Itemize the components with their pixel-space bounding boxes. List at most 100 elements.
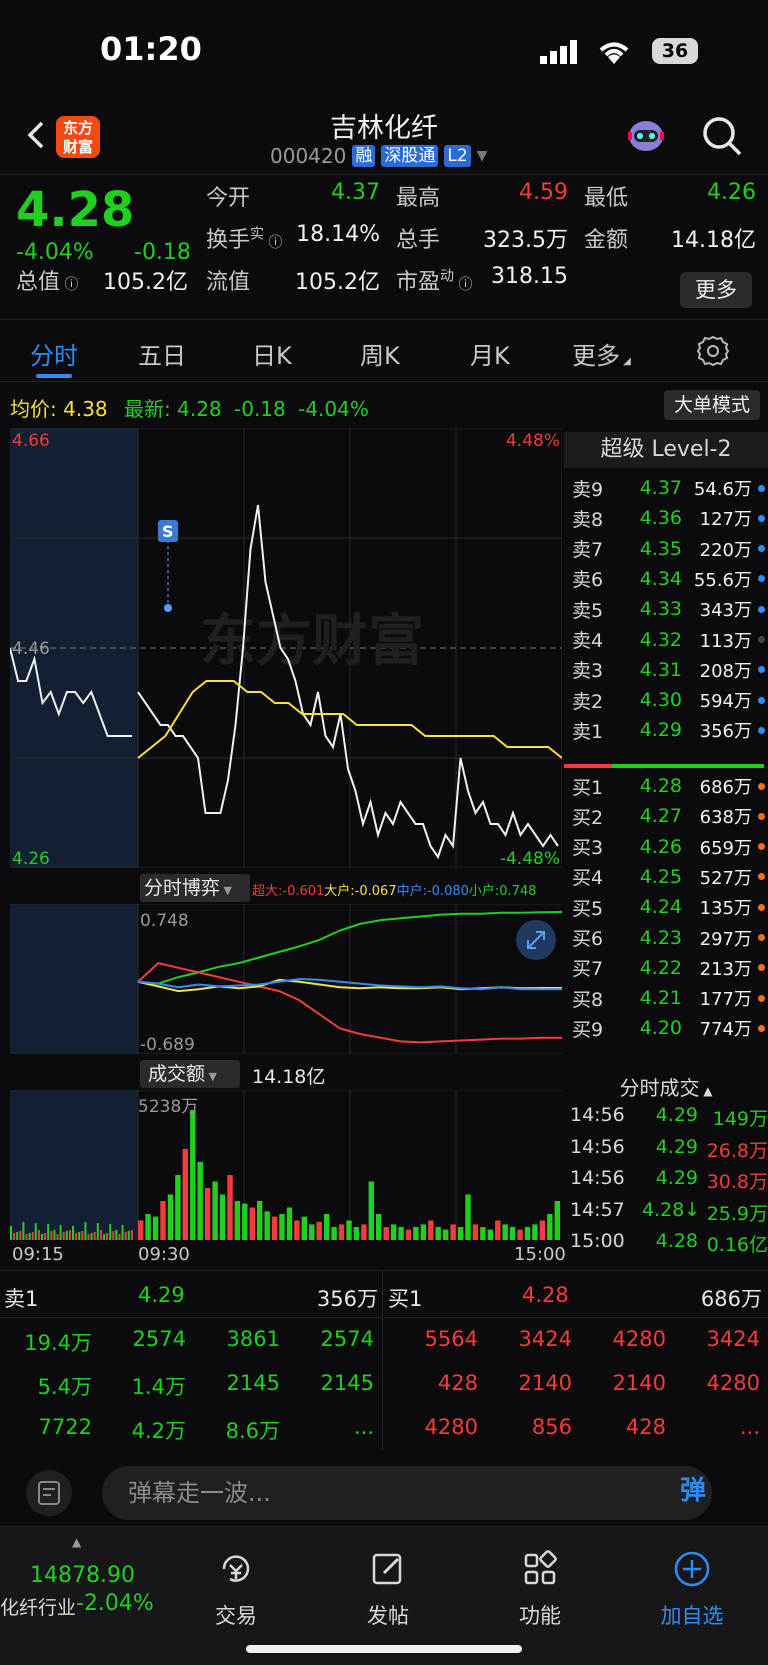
intraday-chart[interactable]: 东方财富 S 4.66 4.46 4.26 4.48% -4.48% <box>9 427 563 869</box>
total-cap-label[interactable]: 总值 ⓘ <box>16 264 78 296</box>
tab-5day[interactable]: 五日 <box>138 336 186 371</box>
volume-bar <box>190 1110 196 1240</box>
danmu-toggle-button[interactable]: 弹 <box>680 1470 724 1516</box>
index-expand-icon[interactable]: ▲ <box>72 1535 81 1549</box>
premarket-volume-bar <box>37 1230 40 1240</box>
info-icon[interactable]: ⓘ <box>264 235 282 251</box>
volume-chart[interactable]: 5238万 <box>10 1089 562 1240</box>
trade-row: 14:56 4.29 26.8万 <box>570 1136 768 1163</box>
volume-bar <box>301 1216 307 1240</box>
bid-row[interactable]: 买3 4.26 659万 <box>572 831 768 863</box>
ask-price: 4.34 <box>639 567 682 590</box>
ask-price: 4.31 <box>639 658 682 681</box>
ask-row[interactable]: 卖1 4.29 356万 <box>572 714 768 746</box>
bobo-chart[interactable]: 0.748 -0.689 <box>10 903 563 1055</box>
y-top-label: 4.66 <box>12 431 50 451</box>
stock-code-row[interactable]: 000420 融 深股通 L2 ▼ <box>270 144 487 168</box>
more-button[interactable]: 更多 <box>680 272 752 308</box>
turnover-label[interactable]: 换手实 ⓘ <box>206 222 282 254</box>
danmu-input[interactable]: 弹幕走一波... <box>102 1466 712 1520</box>
bottom-nav: ▲ 14878.90 化纤行业 -2.04% 交易 发帖 功能 加自选 <box>0 1526 768 1665</box>
bid-row[interactable]: 买9 4.20 774万 <box>572 1012 768 1044</box>
ask-row[interactable]: 卖9 4.37 54.6万 <box>572 472 768 504</box>
ask-row[interactable]: 卖6 4.34 55.6万 <box>572 563 768 595</box>
tab-monthly[interactable]: 月K <box>470 336 510 371</box>
bobo-selector[interactable]: 分时博弈 ▼ <box>140 874 250 902</box>
nav-post[interactable]: 发帖 <box>328 1549 448 1630</box>
premarket-volume-bar <box>65 1231 68 1240</box>
amount-value: 14.18亿 <box>671 228 756 253</box>
tab-more[interactable]: 更多 ◢ <box>572 336 631 371</box>
chevron-down-icon[interactable]: ▼ <box>477 148 488 164</box>
buy-queue-cell: 856 <box>531 1415 572 1439</box>
premarket-volume-bar <box>59 1225 62 1240</box>
bid-row[interactable]: 买5 4.24 135万 <box>572 891 768 923</box>
premarket-volume-bar <box>87 1234 90 1240</box>
volume-peak-label: 5238万 <box>138 1097 198 1117</box>
premarket-volume-bar <box>115 1230 118 1240</box>
volume-bar <box>413 1227 419 1240</box>
volume-selector[interactable]: 成交额 ▼ <box>140 1060 240 1088</box>
ask-row[interactable]: 卖4 4.32 113万 <box>572 624 768 656</box>
ask-volume: 220万 <box>699 539 752 561</box>
bid-row[interactable]: 买4 4.25 527万 <box>572 861 768 893</box>
bid-row[interactable]: 买7 4.22 213万 <box>572 952 768 984</box>
bid-dot <box>758 812 765 820</box>
trade-row: 14:56 4.29 30.8万 <box>570 1167 768 1194</box>
ask-dot <box>758 696 765 704</box>
bid-row[interactable]: 买2 4.27 638万 <box>572 800 768 832</box>
sell-queue-cell: 2574 <box>320 1327 374 1351</box>
tab-intraday[interactable]: 分时 <box>30 336 78 371</box>
ask-volume: 55.6万 <box>693 569 752 591</box>
nav-trade[interactable]: 交易 <box>176 1549 296 1630</box>
sell-queue-cell: 5.4万 <box>37 1375 92 1399</box>
ask-volume: 594万 <box>699 691 752 713</box>
x-end-label: 15:00 <box>514 1244 566 1265</box>
sell-queue-cell: ... <box>353 1415 374 1439</box>
gear-icon[interactable] <box>696 334 730 368</box>
premarket-volume-bar <box>109 1224 112 1240</box>
ask-row[interactable]: 卖2 4.30 594万 <box>572 684 768 716</box>
pe-label[interactable]: 市盈动 ⓘ <box>396 264 472 296</box>
nav-add-watchlist[interactable]: 加自选 <box>632 1549 752 1630</box>
sell-queue-cell: 3861 <box>226 1327 280 1351</box>
industry-index-value[interactable]: 14878.90 <box>30 1563 135 1588</box>
premarket-volume-bar <box>118 1234 121 1240</box>
bid-volume: 638万 <box>699 807 752 829</box>
buy-queue-cell: 3424 <box>706 1327 760 1351</box>
volume-bar <box>249 1207 255 1240</box>
premarket-volume-bar <box>78 1232 81 1240</box>
ask-price: 4.29 <box>639 719 682 742</box>
tab-weekly[interactable]: 周K <box>360 336 400 371</box>
premarket-volume-bar <box>99 1230 102 1240</box>
ask-row[interactable]: 卖5 4.33 343万 <box>572 593 768 625</box>
industry-change[interactable]: -2.04% <box>76 1591 154 1616</box>
amount-label: 金额 <box>584 228 629 253</box>
bid-row[interactable]: 买6 4.23 297万 <box>572 922 768 954</box>
premarket-volume-bar <box>96 1223 99 1240</box>
big-order-mode-button[interactable]: 大单模式 <box>664 390 760 420</box>
latest-value: 4.28 <box>177 397 222 421</box>
bid-row[interactable]: 买1 4.28 686万 <box>572 770 768 802</box>
robot-assistant-icon[interactable] <box>624 114 668 158</box>
premarket-volume-bar <box>127 1231 130 1240</box>
bid-label: 买3 <box>572 837 604 860</box>
tab-daily[interactable]: 日K <box>252 336 292 371</box>
level2-title[interactable]: 超级 Level-2 <box>564 432 768 468</box>
search-icon[interactable] <box>700 114 744 158</box>
ask-label: 卖4 <box>572 630 604 652</box>
note-icon[interactable] <box>26 1470 72 1516</box>
bobo-title: 分时博弈 <box>144 877 221 899</box>
trades-title[interactable]: 分时成交 ▲ <box>564 1072 768 1101</box>
ask-row[interactable]: 卖7 4.35 220万 <box>572 533 768 565</box>
price-line <box>137 504 559 860</box>
home-indicator <box>246 1645 522 1653</box>
industry-name[interactable]: 化纤行业 <box>0 1593 76 1620</box>
bid-dot <box>758 903 765 911</box>
info-icon[interactable]: ⓘ <box>454 277 472 293</box>
info-icon[interactable]: ⓘ <box>60 277 78 293</box>
nav-functions[interactable]: 功能 <box>480 1549 600 1630</box>
bid-row[interactable]: 买8 4.21 177万 <box>572 982 768 1014</box>
ask-row[interactable]: 卖3 4.31 208万 <box>572 654 768 686</box>
ask-row[interactable]: 卖8 4.36 127万 <box>572 502 768 534</box>
